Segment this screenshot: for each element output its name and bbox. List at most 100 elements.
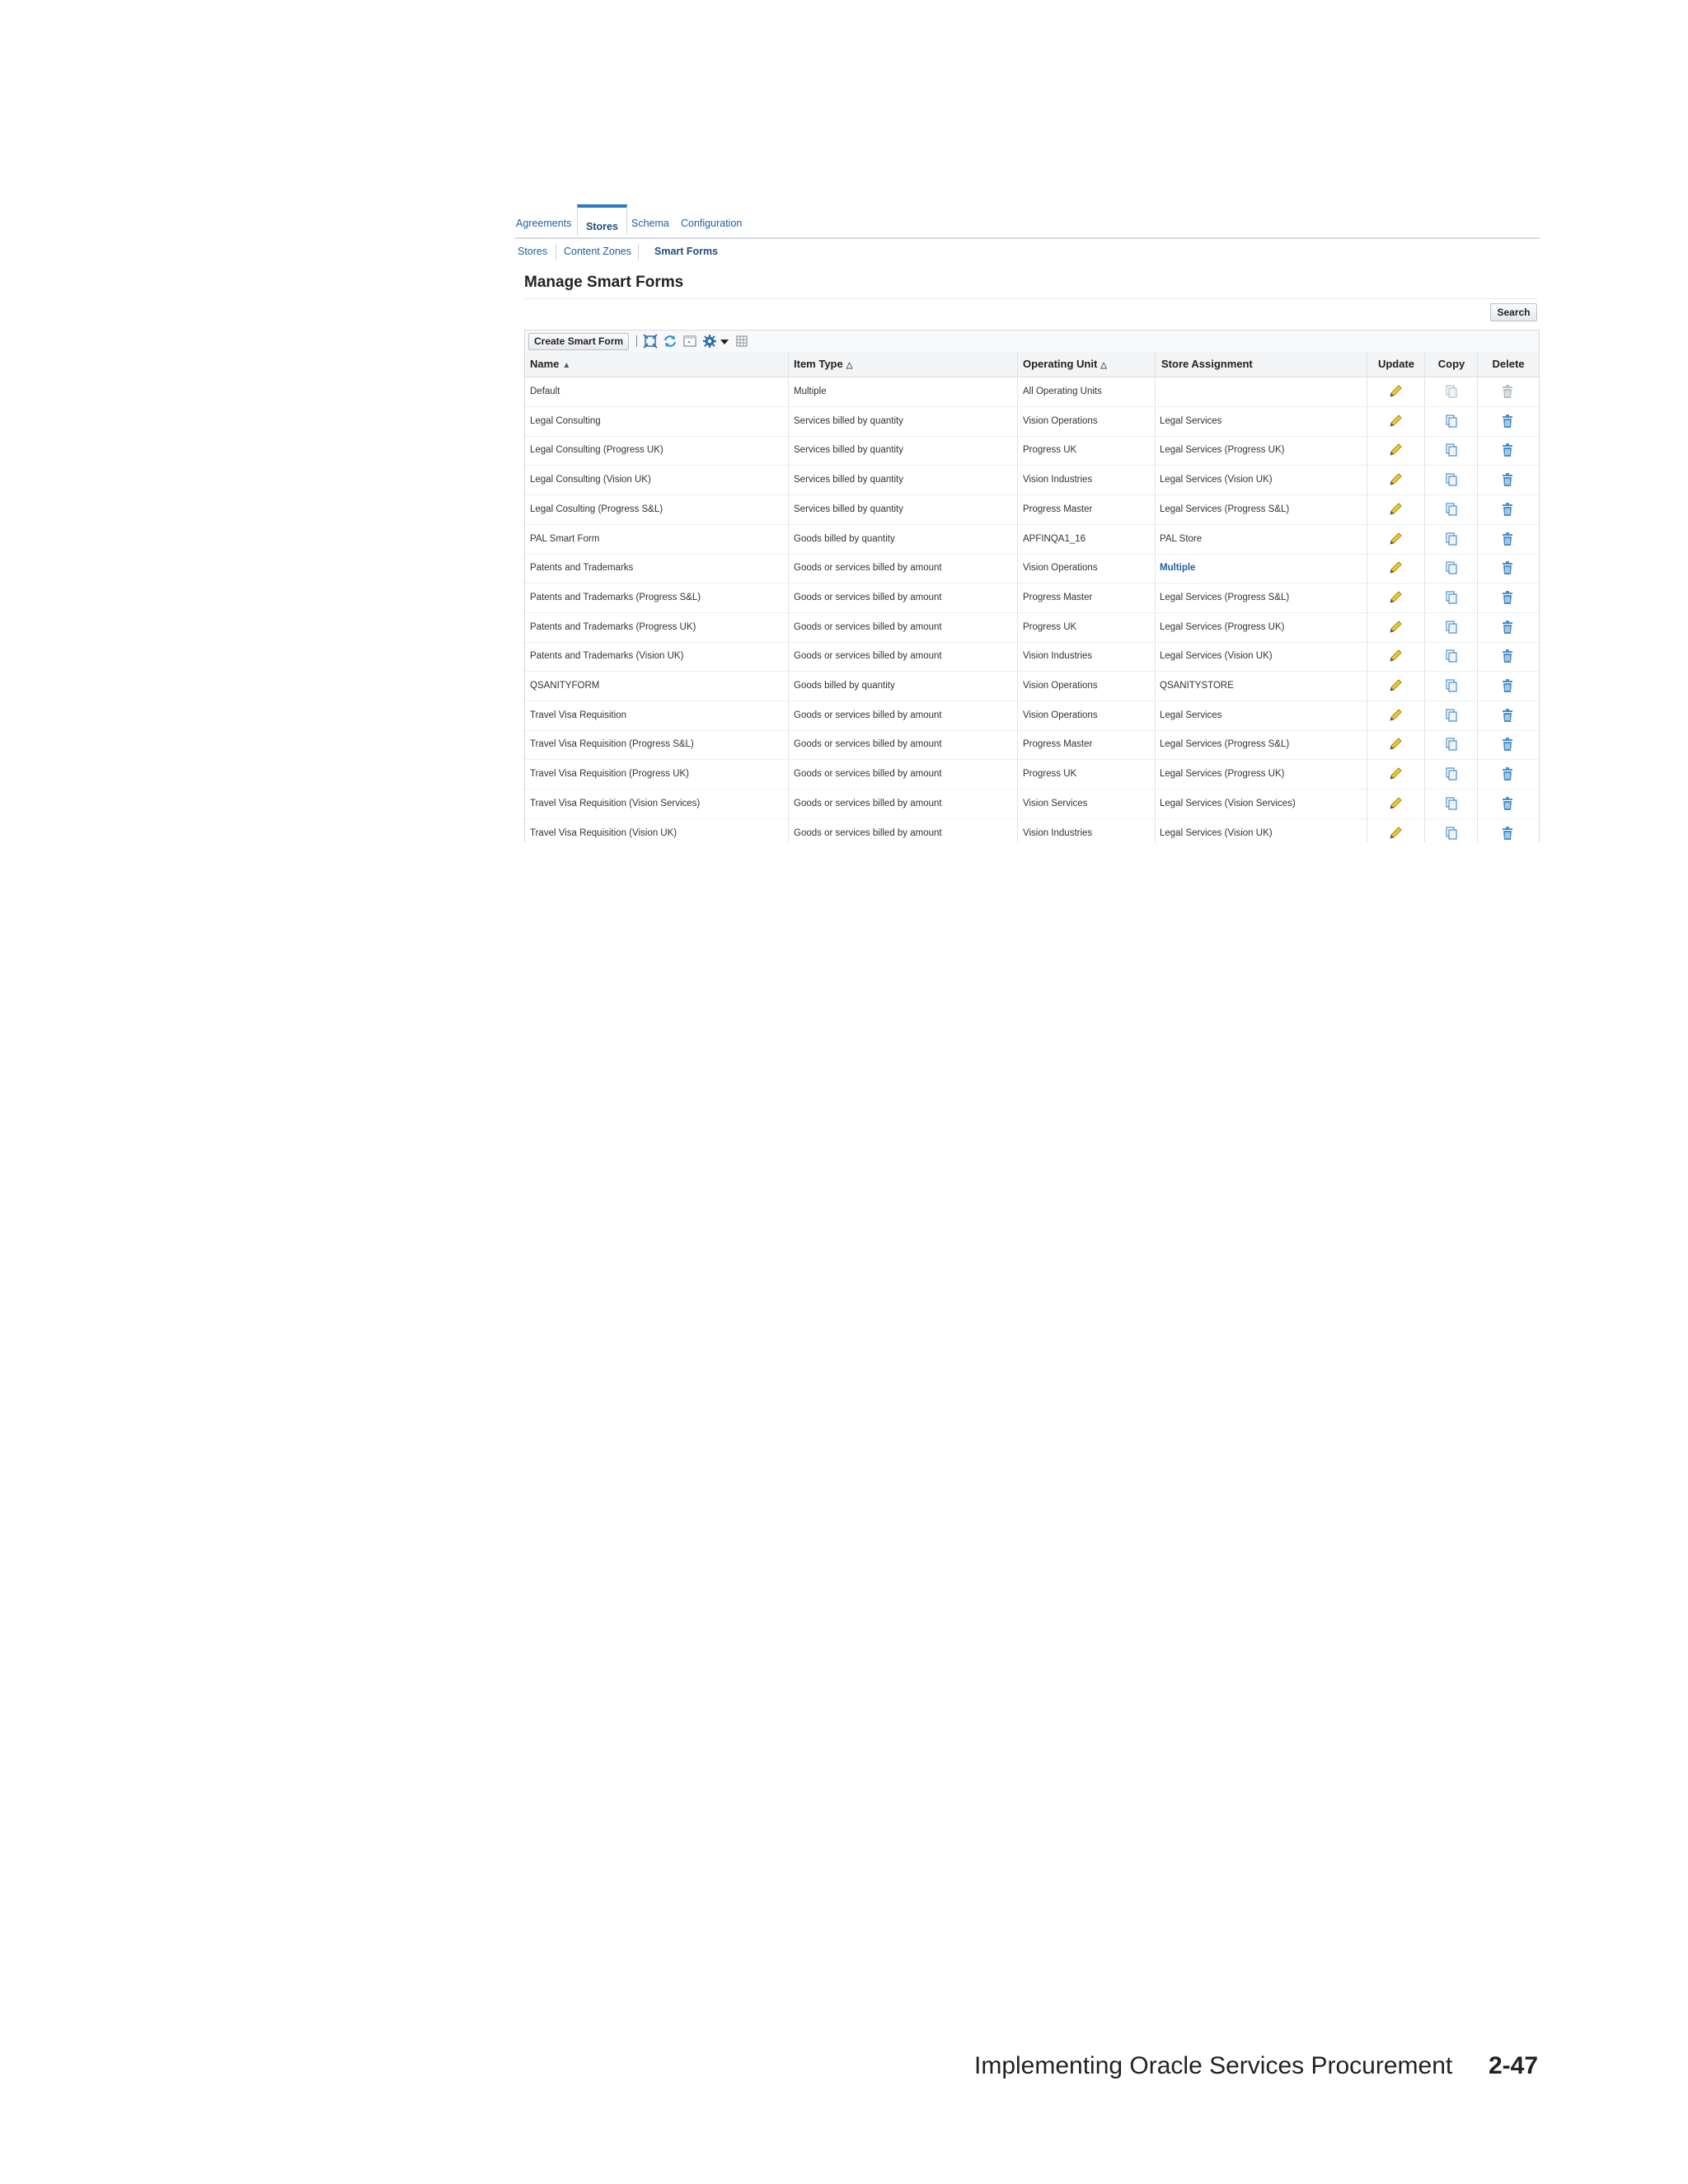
subtab-stores[interactable]: Stores — [518, 246, 547, 257]
copy-icon — [1444, 384, 1459, 399]
cell-item-type: Goods or services billed by amount — [794, 621, 942, 632]
cell-item-type: Goods or services billed by amount — [794, 827, 942, 838]
update-pencil-icon[interactable] — [1388, 532, 1403, 546]
cell-operating-unit: Vision Operations — [1023, 710, 1098, 720]
delete-trash-icon[interactable] — [1500, 472, 1515, 487]
update-pencil-icon[interactable] — [1388, 443, 1403, 457]
header-name[interactable]: Name ▲ — [530, 352, 570, 377]
copy-icon[interactable] — [1444, 766, 1459, 781]
copy-icon[interactable] — [1444, 560, 1459, 575]
expand-icon[interactable] — [643, 334, 658, 349]
delete-trash-icon[interactable] — [1500, 590, 1515, 605]
delete-trash-icon[interactable] — [1500, 766, 1515, 781]
table-header: Name ▲ Item Type △ Operating Unit △ Store A… — [525, 352, 1539, 377]
subtab-smart-forms[interactable]: Smart Forms — [654, 246, 718, 257]
search-button[interactable]: Search — [1490, 303, 1537, 321]
tab-stores[interactable]: Stores — [577, 204, 627, 236]
update-pencil-icon[interactable] — [1388, 796, 1403, 811]
copy-icon[interactable] — [1444, 678, 1459, 693]
cell-item-type: Goods billed by quantity — [794, 533, 895, 544]
copy-icon[interactable] — [1444, 737, 1459, 752]
update-pencil-icon[interactable] — [1388, 502, 1403, 517]
cell-name: Patents and Trademarks — [530, 563, 634, 574]
cell-item-type: Goods or services billed by amount — [794, 592, 942, 602]
cell-store-assignment: QSANITYSTORE — [1160, 681, 1234, 691]
update-pencil-icon[interactable] — [1388, 678, 1403, 693]
cell-store-assignment: Legal Services (Progress UK) — [1160, 445, 1285, 456]
cell-operating-unit: APFINQA1_16 — [1023, 533, 1086, 544]
copy-icon[interactable] — [1444, 414, 1459, 429]
cell-operating-unit: Vision Industries — [1023, 651, 1093, 662]
cell-item-type: Services billed by quantity — [794, 475, 903, 485]
cell-name: Patents and Trademarks (Progress S&L) — [530, 592, 701, 602]
cell-item-type: Goods or services billed by amount — [794, 769, 942, 780]
delete-trash-icon[interactable] — [1500, 414, 1515, 429]
column-icon[interactable] — [734, 334, 749, 349]
update-pencil-icon[interactable] — [1388, 766, 1403, 781]
copy-icon[interactable] — [1444, 649, 1459, 663]
cell-operating-unit: All Operating Units — [1023, 387, 1102, 396]
copy-icon[interactable] — [1444, 620, 1459, 635]
table-row: Travel Visa Requisition (Progress S&L) Go… — [525, 730, 1539, 761]
update-pencil-icon[interactable] — [1388, 560, 1403, 575]
delete-trash-icon[interactable] — [1500, 708, 1515, 723]
table-row: QSANITYFORM Goods billed by quantity Visio… — [525, 672, 1539, 701]
tab-configuration[interactable]: Configuration — [681, 218, 742, 229]
update-pencil-icon[interactable] — [1388, 414, 1403, 429]
create-smart-form-button[interactable]: Create Smart Form — [528, 333, 630, 350]
update-pencil-icon[interactable] — [1388, 708, 1403, 723]
delete-trash-icon[interactable] — [1500, 532, 1515, 546]
refresh-icon[interactable] — [663, 334, 678, 349]
update-pencil-icon[interactable] — [1388, 384, 1403, 399]
delete-trash-icon[interactable] — [1500, 560, 1515, 575]
cell-name: Legal Consulting — [530, 415, 601, 426]
delete-trash-icon[interactable] — [1500, 443, 1515, 457]
update-pencil-icon[interactable] — [1388, 649, 1403, 663]
subtab-content-zones[interactable]: Content Zones — [564, 246, 631, 257]
delete-trash-icon[interactable] — [1500, 796, 1515, 811]
copy-icon[interactable] — [1444, 443, 1459, 457]
table-row: Legal Consulting (Progress UK) Services b… — [525, 436, 1539, 466]
delete-trash-icon[interactable] — [1500, 620, 1515, 635]
toolbar-divider — [636, 335, 637, 347]
tab-schema[interactable]: Schema — [631, 218, 669, 229]
copy-icon[interactable] — [1444, 708, 1459, 723]
cell-item-type: Services billed by quantity — [794, 415, 903, 426]
detach-icon[interactable] — [682, 334, 697, 349]
update-pencil-icon[interactable] — [1388, 590, 1403, 605]
copy-icon[interactable] — [1444, 472, 1459, 487]
update-pencil-icon[interactable] — [1388, 737, 1403, 752]
copy-icon[interactable] — [1444, 826, 1459, 841]
tab-agreements[interactable]: Agreements — [516, 218, 571, 229]
sort-icon: △ — [1100, 361, 1107, 370]
update-pencil-icon[interactable] — [1388, 620, 1403, 635]
cell-store-assignment: Legal Services (Vision UK) — [1160, 651, 1273, 662]
header-operating-unit[interactable]: Operating Unit △ — [1023, 352, 1107, 377]
header-delete: Delete — [1492, 358, 1525, 370]
delete-trash-icon[interactable] — [1500, 649, 1515, 663]
delete-trash-icon[interactable] — [1500, 826, 1515, 841]
copy-icon[interactable] — [1444, 502, 1459, 517]
cell-store-assignment: Legal Services (Progress UK) — [1160, 621, 1285, 632]
delete-trash-icon[interactable] — [1500, 737, 1515, 752]
table-row: Legal Consulting Services billed by quant… — [525, 407, 1539, 437]
copy-icon[interactable] — [1444, 590, 1459, 605]
table-row: Patents and Trademarks (Vision UK) Goods … — [525, 642, 1539, 673]
cell-name: Legal Consulting (Progress UK) — [530, 445, 663, 456]
dropdown-arrow-icon[interactable] — [717, 334, 732, 349]
settings-icon[interactable] — [702, 334, 717, 349]
copy-icon[interactable] — [1444, 796, 1459, 811]
cell-store-assignment: Legal Services (Vision UK) — [1160, 475, 1273, 485]
cell-name: Travel Visa Requisition (Progress UK) — [530, 769, 690, 780]
cell-name: Default — [530, 387, 560, 396]
delete-trash-icon[interactable] — [1500, 502, 1515, 517]
header-item-type[interactable]: Item Type △ — [794, 352, 852, 377]
delete-trash-icon[interactable] — [1500, 678, 1515, 693]
store-assignment-link[interactable]: Multiple — [1160, 554, 1195, 583]
copy-icon[interactable] — [1444, 532, 1459, 546]
page-title: Manage Smart Forms — [524, 274, 1536, 299]
update-pencil-icon[interactable] — [1388, 826, 1403, 841]
cell-store-assignment: PAL Store — [1160, 533, 1203, 544]
table-row: Travel Visa Requisition (Vision Services… — [525, 790, 1539, 819]
update-pencil-icon[interactable] — [1388, 472, 1403, 487]
